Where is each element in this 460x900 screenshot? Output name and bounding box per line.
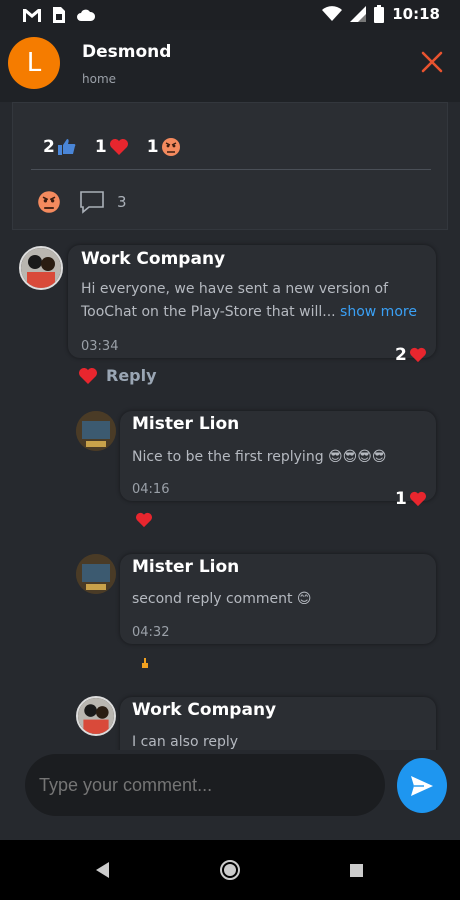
gmail-icon bbox=[23, 9, 41, 22]
comment-author[interactable]: Work Company bbox=[132, 700, 276, 720]
comment-card: Work Company Hi everyone, we have sent a… bbox=[68, 245, 436, 365]
cloud-icon bbox=[77, 9, 96, 21]
thumbs-up-icon bbox=[57, 139, 76, 155]
close-icon[interactable] bbox=[420, 50, 444, 74]
heart-icon bbox=[109, 139, 128, 155]
profile-photo-icon bbox=[76, 411, 116, 451]
clock: 10:18 bbox=[392, 5, 440, 23]
comment-input[interactable] bbox=[25, 754, 385, 816]
comment-button[interactable]: 3 bbox=[79, 189, 127, 215]
comment-author[interactable]: Work Company bbox=[81, 249, 225, 269]
angry-face-icon[interactable] bbox=[37, 190, 61, 214]
profile-photo-icon bbox=[76, 554, 116, 594]
heart-icon[interactable] bbox=[135, 512, 153, 528]
comment-bubble-icon bbox=[80, 191, 104, 214]
recents-icon[interactable] bbox=[350, 864, 363, 877]
chat-header: L Desmond home bbox=[0, 30, 460, 102]
post-card: 2 1 1 3 bbox=[12, 102, 448, 230]
send-icon bbox=[411, 775, 433, 796]
avatar[interactable] bbox=[76, 696, 116, 736]
angry-face-icon bbox=[161, 138, 180, 156]
page-title: Desmond bbox=[82, 42, 172, 62]
navigation-bar bbox=[0, 840, 460, 900]
avatar[interactable] bbox=[19, 246, 63, 290]
avatar[interactable]: L bbox=[8, 37, 60, 89]
heart-icon bbox=[409, 347, 426, 363]
divider bbox=[31, 169, 431, 170]
avatar[interactable] bbox=[76, 411, 116, 451]
pointing-hand-icon[interactable] bbox=[141, 658, 149, 668]
back-icon[interactable] bbox=[96, 862, 110, 878]
comment-text: Hi everyone, we have sent a new version … bbox=[81, 281, 417, 320]
wifi-icon bbox=[322, 6, 343, 21]
comment-author[interactable]: Mister Lion bbox=[132, 414, 239, 434]
comment-time: 04:32 bbox=[132, 625, 170, 640]
comment-time: 04:16 bbox=[132, 482, 170, 497]
heart-icon[interactable] bbox=[78, 367, 98, 385]
heart-count[interactable]: 1 bbox=[395, 489, 427, 509]
reply-button[interactable]: Reply bbox=[106, 366, 157, 385]
page-subtitle: home bbox=[82, 72, 117, 86]
profile-photo-icon bbox=[21, 248, 61, 288]
show-more-link[interactable]: show more bbox=[340, 304, 417, 320]
heart-count[interactable]: 2 bbox=[395, 345, 427, 365]
status-bar: 10:18 bbox=[0, 0, 460, 30]
comment-text: Nice to be the first replying 😎😎😎😎 bbox=[132, 449, 387, 465]
reaction-summary: 2 1 1 bbox=[43, 137, 181, 157]
reaction-angry[interactable]: 1 bbox=[147, 137, 181, 157]
heart-icon bbox=[409, 491, 426, 507]
comment-actions: Reply bbox=[78, 366, 157, 385]
comment-author[interactable]: Mister Lion bbox=[132, 557, 239, 577]
home-icon[interactable] bbox=[220, 860, 240, 880]
battery-icon bbox=[374, 5, 385, 23]
sim-card-icon bbox=[53, 7, 65, 23]
comment-time: 03:34 bbox=[81, 339, 119, 354]
post-actions: 3 bbox=[37, 189, 127, 215]
reaction-like[interactable]: 2 bbox=[43, 137, 77, 157]
comment-card: Mister Lion Nice to be the first replyin… bbox=[120, 411, 436, 509]
reaction-heart[interactable]: 1 bbox=[95, 137, 129, 157]
comment-card: Mister Lion second reply comment 😊 04:32 bbox=[120, 554, 436, 644]
signal-icon bbox=[350, 6, 367, 22]
comment-text: second reply comment 😊 bbox=[132, 591, 312, 607]
send-button[interactable] bbox=[397, 758, 447, 813]
comment-composer bbox=[0, 750, 460, 840]
avatar[interactable] bbox=[76, 554, 116, 594]
profile-photo-icon bbox=[78, 698, 114, 734]
